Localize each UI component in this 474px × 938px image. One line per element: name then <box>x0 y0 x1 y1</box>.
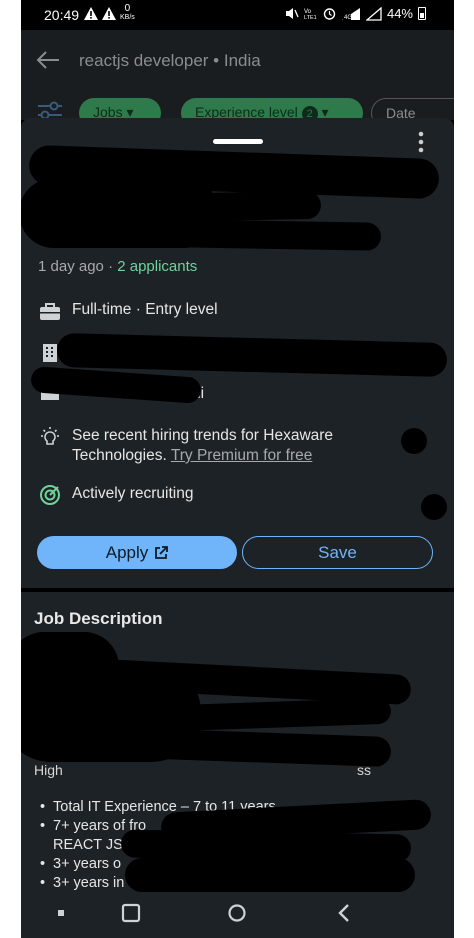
job-meta: 1 day ago · 2 applicants <box>38 258 198 275</box>
target-icon <box>38 484 62 506</box>
home-icon[interactable] <box>227 903 247 923</box>
save-button[interactable]: Save <box>242 536 433 569</box>
alarm-icon <box>323 8 336 20</box>
drag-handle[interactable] <box>213 139 263 144</box>
redaction-mark <box>401 428 427 454</box>
network-speed: 0 KB/s <box>120 3 135 22</box>
apply-button[interactable]: Apply <box>37 536 237 569</box>
status-time: 20:49 <box>44 7 80 23</box>
mute-icon <box>285 8 299 19</box>
hiring-trends-row: See recent hiring trends for Hexaware Te… <box>38 426 418 466</box>
svg-text:4G: 4G <box>344 15 352 21</box>
hiring-trends: See recent hiring trends for Hexaware Te… <box>72 427 334 464</box>
back-icon[interactable] <box>337 903 351 923</box>
briefcase-icon <box>38 300 62 322</box>
applicants-count: 2 applicants <box>117 258 198 275</box>
back-arrow-icon[interactable] <box>35 48 61 72</box>
search-header: reactjs developer • India Jobs ▾ Experie… <box>21 30 454 137</box>
posted-time: 1 day ago <box>38 258 104 275</box>
list-item: • 3+ years in <box>40 875 125 891</box>
redaction-mark <box>56 332 448 378</box>
recruiting-row: Actively recruiting <box>38 484 193 506</box>
try-premium-link[interactable]: Try Premium for free <box>171 447 313 464</box>
redaction-mark <box>60 217 382 251</box>
warning-icon <box>102 7 116 20</box>
job-description-title: Job Description <box>34 609 163 628</box>
recruiting-status: Actively recruiting <box>72 485 194 502</box>
battery-percentage: 44% <box>386 6 413 21</box>
more-options-icon[interactable] <box>418 131 424 153</box>
status-icons: Vo LTE1 4G 44% <box>285 6 426 21</box>
list-item: • 3+ years o <box>40 856 122 872</box>
partial-text: High <box>34 762 63 778</box>
job-description-section: Job Description High ss • Total IT Experi… <box>21 592 454 938</box>
external-link-icon <box>155 545 169 559</box>
menu-dot-icon[interactable] <box>57 909 65 917</box>
search-query[interactable]: reactjs developer • India <box>79 51 261 71</box>
lightbulb-icon <box>38 426 62 448</box>
warning-icon <box>84 7 98 20</box>
phone-screen: 20:49 0 KB/s Vo LTE1 4G 44% reactjs devel… <box>21 0 454 938</box>
svg-text:LTE1: LTE1 <box>304 15 317 20</box>
signal-4g-icon: 4G <box>341 7 360 21</box>
status-bar: 20:49 0 KB/s Vo LTE1 4G 44% <box>21 0 454 30</box>
volte-icon: VoLTE1 <box>304 9 317 20</box>
employment-type-row: Full-time · Entry level <box>38 300 218 322</box>
redaction-mark <box>421 494 447 520</box>
list-item: REACT JS <box>53 837 123 853</box>
job-detail-sheet: 1 day ago · 2 applicants Full-time · Ent… <box>21 118 454 588</box>
redaction-mark <box>125 858 415 892</box>
recent-apps-icon[interactable] <box>121 903 141 923</box>
system-nav-bar <box>21 895 454 938</box>
battery-icon <box>418 7 426 20</box>
employment-type: Full-time · Entry level <box>72 301 218 318</box>
signal-icon <box>365 6 382 21</box>
